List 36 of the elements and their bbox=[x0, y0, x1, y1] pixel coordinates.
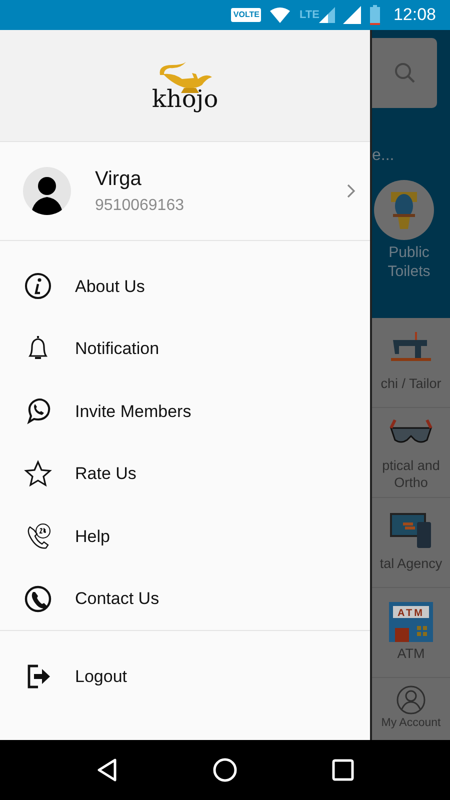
chevron-right-icon bbox=[346, 183, 356, 199]
search-hint: e... bbox=[372, 146, 396, 166]
battery-icon bbox=[369, 5, 382, 25]
menu-item[interactable]: Invite Members bbox=[0, 380, 370, 442]
clock: 12:08 bbox=[393, 4, 436, 26]
phone-number: 9510069163 bbox=[95, 196, 185, 216]
signal-icon bbox=[319, 7, 336, 23]
category-label: tal Agency bbox=[380, 556, 442, 573]
star-icon bbox=[24, 460, 52, 488]
info-icon bbox=[24, 272, 52, 300]
back-icon[interactable] bbox=[96, 758, 118, 782]
user-icon bbox=[396, 685, 426, 716]
menu-item[interactable]: About Us bbox=[0, 255, 370, 318]
app-logo: khojo bbox=[152, 60, 218, 110]
toilet-icon bbox=[389, 190, 419, 230]
menu-item[interactable]: Notification bbox=[0, 318, 370, 380]
home-icon[interactable] bbox=[212, 758, 237, 782]
phone-circle-icon bbox=[24, 584, 52, 613]
category-label: ptical and Ortho bbox=[381, 458, 441, 491]
network-type: LTE bbox=[299, 8, 320, 22]
category-item[interactable]: ATM ATM bbox=[372, 588, 450, 678]
menu-item[interactable]: Logout bbox=[0, 645, 370, 708]
category-label: Public Toilets bbox=[386, 244, 432, 282]
menu-item[interactable]: Help bbox=[0, 505, 370, 568]
signal-icon bbox=[343, 6, 362, 24]
menu-item[interactable]: Rate Us bbox=[0, 442, 370, 505]
profile-row[interactable]: Virga 9510069163 bbox=[0, 142, 370, 241]
wifi-icon bbox=[269, 7, 292, 23]
category-label: ATM bbox=[397, 646, 425, 663]
search-icon bbox=[392, 61, 416, 85]
atm-icon: ATM bbox=[389, 602, 433, 642]
category-label: chi / Tailor bbox=[380, 376, 442, 393]
user-name: Virga bbox=[95, 167, 142, 192]
recents-icon[interactable] bbox=[332, 759, 354, 781]
menu-item[interactable]: Contact Us bbox=[0, 568, 370, 630]
volte-badge: VOLTE bbox=[231, 8, 262, 22]
